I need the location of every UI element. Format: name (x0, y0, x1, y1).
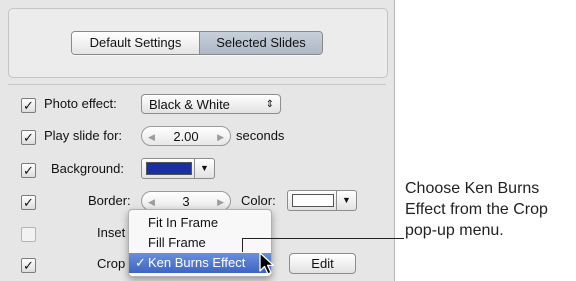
settings-segmented-control: Default Settings Selected Slides (71, 31, 323, 55)
crop-popup-menu: Fit In Frame Fill Frame ✓ Ken Burns Effe… (128, 209, 272, 277)
photo-effect-label: Photo effect: (44, 96, 117, 111)
chevron-down-icon[interactable]: ▼ (336, 191, 356, 210)
callout-leader-vertical (242, 238, 243, 252)
chevron-down-icon[interactable]: ▼ (194, 159, 214, 178)
inset-label: Inset (97, 225, 126, 240)
crop-checkbox[interactable]: ✓ (21, 258, 36, 273)
border-checkbox[interactable]: ✓ (21, 195, 36, 210)
up-down-arrows-icon: ⇕ (265, 99, 274, 110)
edit-button[interactable]: Edit (289, 253, 356, 274)
background-label: Background: (51, 161, 124, 176)
menu-item-label: Ken Burns Effect (148, 255, 246, 270)
section-divider (8, 84, 386, 85)
callout-leader-horizontal (242, 238, 404, 239)
background-checkbox[interactable]: ✓ (21, 163, 36, 178)
seconds-label: seconds (236, 128, 285, 143)
photo-effect-popup[interactable]: Black & White ⇕ (141, 94, 281, 114)
photo-effect-value: Black & White (149, 97, 230, 112)
border-label: Border: (88, 193, 131, 208)
menu-item-fit-in-frame[interactable]: Fit In Frame (129, 213, 271, 233)
increment-arrow-icon[interactable]: ▶ (217, 127, 224, 147)
tab-selected-slides[interactable]: Selected Slides (200, 32, 322, 54)
crop-label: Crop (97, 256, 126, 271)
background-color-well[interactable]: ▼ (141, 158, 215, 179)
border-color-label: Color: (241, 193, 276, 208)
checkmark-icon: ✓ (135, 255, 146, 270)
mouse-pointer-icon (259, 252, 275, 275)
menu-item-label: Fit In Frame (148, 215, 219, 230)
play-slide-label: Play slide for: (44, 128, 123, 143)
menu-item-ken-burns-effect[interactable]: ✓ Ken Burns Effect (129, 253, 271, 273)
border-color-swatch (292, 194, 334, 207)
background-color-swatch (146, 162, 192, 175)
callout-text: Choose Ken Burns Effect from the Crop po… (405, 180, 548, 239)
border-width-stepper[interactable]: ◀ 3 ▶ (141, 191, 231, 211)
photo-effect-checkbox[interactable]: ✓ (21, 98, 36, 113)
tab-default-settings[interactable]: Default Settings (72, 32, 200, 54)
menu-item-label: Fill Frame (148, 235, 206, 250)
menu-item-fill-frame[interactable]: Fill Frame (129, 233, 271, 253)
border-color-well[interactable]: ▼ (287, 190, 357, 211)
play-duration-stepper[interactable]: ◀ 2.00 ▶ (141, 126, 231, 146)
inset-checkbox[interactable]: ✓ (21, 227, 36, 242)
play-slide-checkbox[interactable]: ✓ (21, 130, 36, 145)
